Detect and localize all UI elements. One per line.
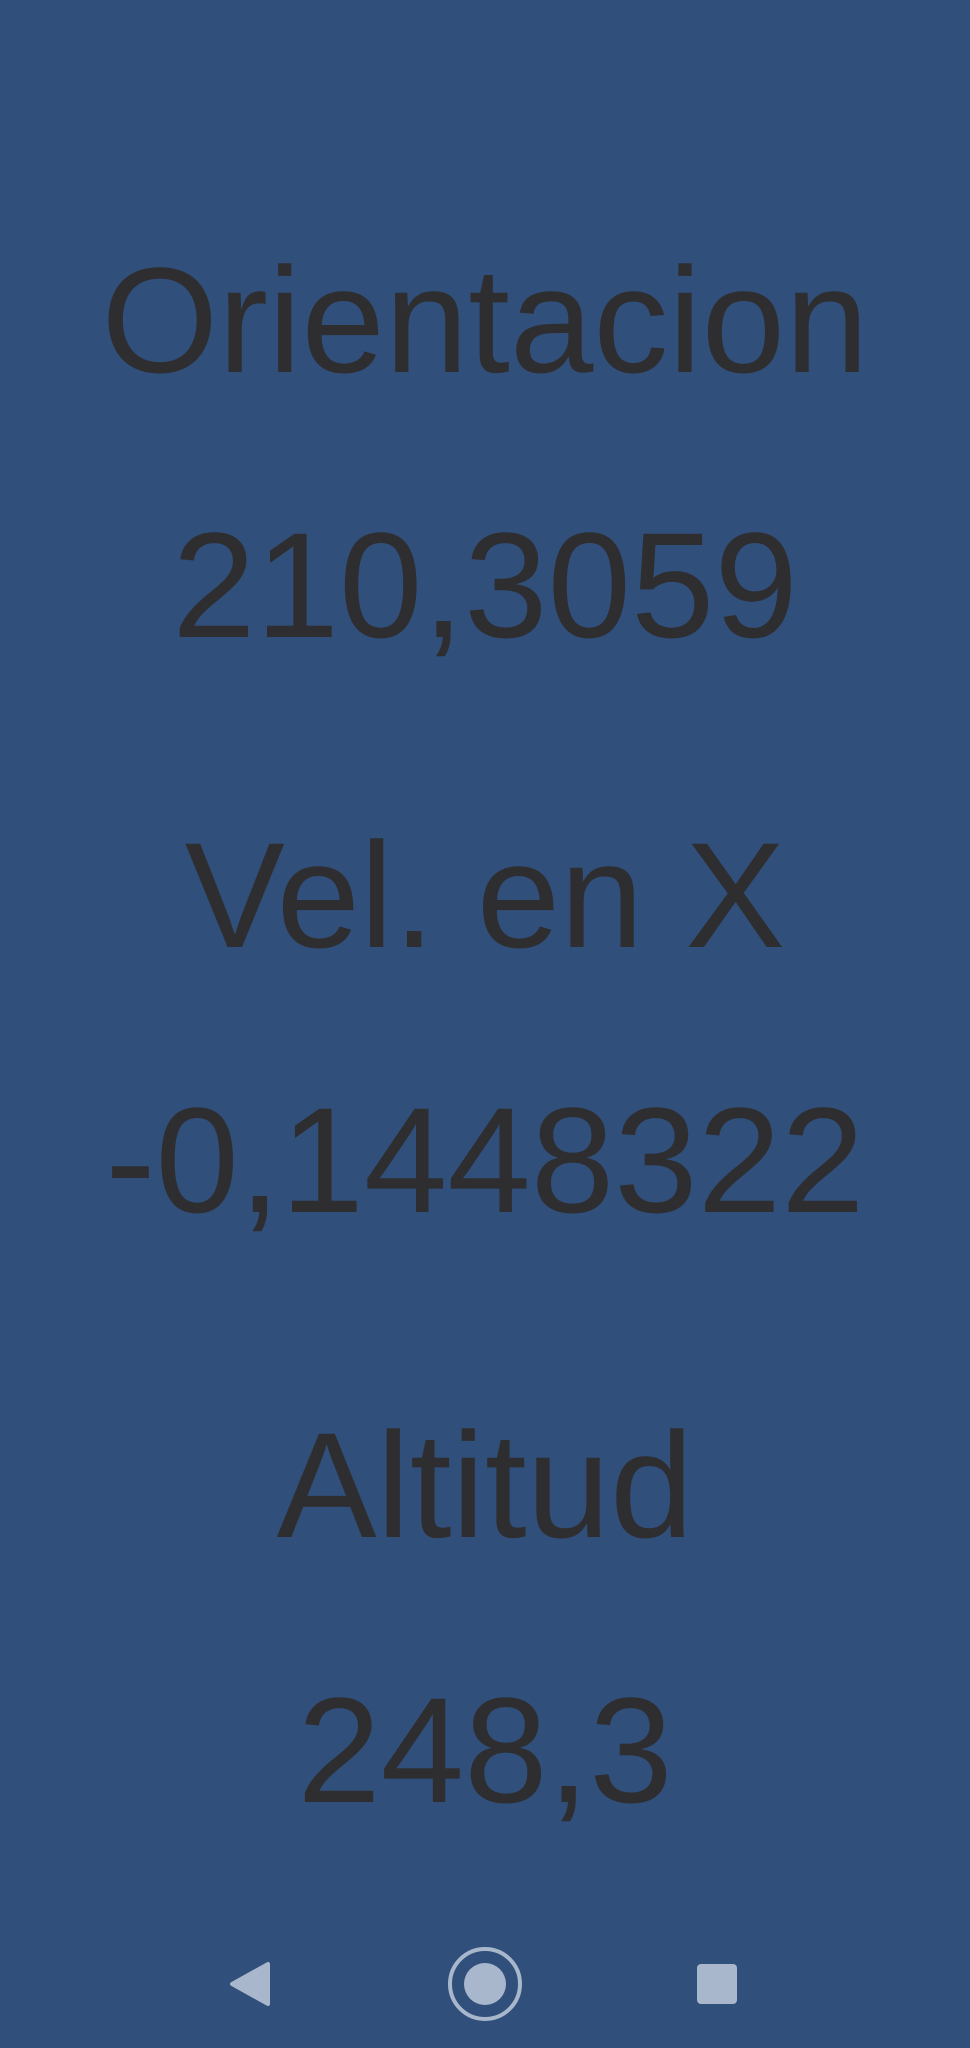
back-icon (230, 1962, 270, 2006)
orientation-label: Orientacion (101, 236, 869, 404)
altitude-value: 248,3 (297, 1666, 673, 1834)
home-button[interactable] (415, 1920, 555, 2048)
velocity-x-value: -0,1448322 (105, 1076, 865, 1244)
altitude-label: Altitud (276, 1401, 694, 1569)
orientation-value: 210,3059 (172, 501, 798, 669)
back-button[interactable] (180, 1920, 320, 2048)
app-screen: Orientacion 210,3059 Vel. en X -0,144832… (0, 0, 970, 2048)
system-navigation-bar (0, 1920, 970, 2048)
home-icon (448, 1947, 522, 2021)
velocity-x-label: Vel. en X (184, 811, 786, 979)
recents-button[interactable] (647, 1920, 787, 2048)
recents-icon (697, 1964, 737, 2004)
